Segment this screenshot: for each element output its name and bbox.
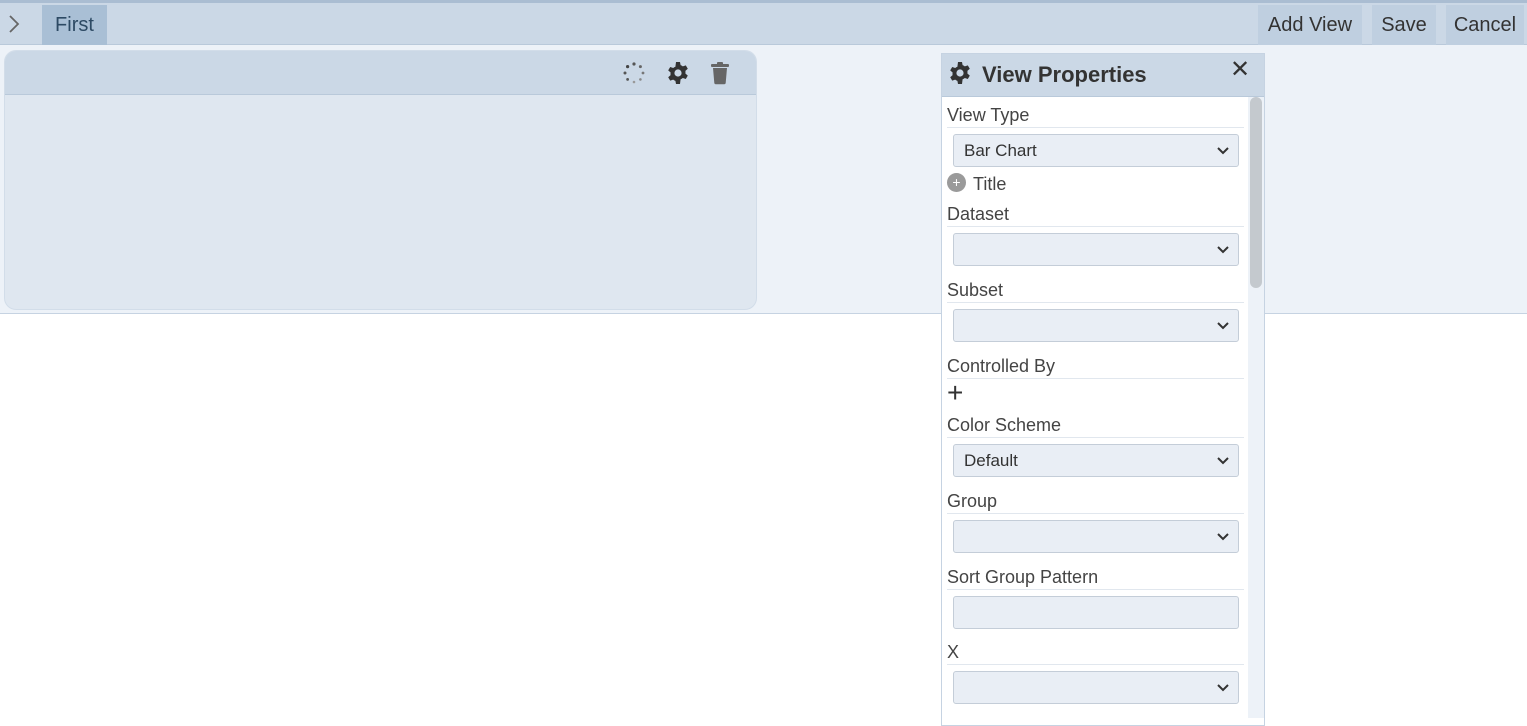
color-scheme-select[interactable]: Default [953,444,1239,477]
chevron-down-icon [1217,322,1229,330]
x-label: X [947,642,960,662]
chevron-down-icon [1217,246,1229,254]
chevron-down-icon [1217,533,1229,541]
save-button[interactable]: Save [1372,5,1436,45]
scrollbar-thumb[interactable] [1250,97,1262,288]
widget-header [5,51,756,95]
divider [947,437,1244,438]
chevron-right-icon[interactable] [4,12,24,36]
divider [947,226,1244,227]
chevron-down-icon [1217,684,1229,692]
subset-select[interactable] [953,309,1239,342]
view-properties-panel: View Properties ✕ View Type Bar Chart + … [941,53,1265,726]
group-select[interactable] [953,520,1239,553]
title-label: Title [973,174,1007,194]
add-title-icon[interactable]: + [947,173,966,192]
trash-icon[interactable] [708,61,732,85]
panel-scrollbar[interactable] [1248,97,1264,718]
divider [947,513,1244,514]
chevron-down-icon [1217,457,1229,465]
divider [947,589,1244,590]
loading-spinner-icon [622,61,646,85]
sort-group-pattern-input[interactable] [953,596,1239,629]
gear-icon [948,61,972,85]
view-widget[interactable] [4,50,757,310]
top-toolbar: First Add View Save Cancel [0,0,1527,45]
panel-header: View Properties ✕ [942,54,1264,97]
divider [947,378,1244,379]
group-label: Group [947,491,998,511]
x-select[interactable] [953,671,1239,704]
view-type-label: View Type [947,105,1030,125]
dataset-select[interactable] [953,233,1239,266]
tab-first[interactable]: First [42,5,107,45]
divider [947,127,1244,128]
view-type-value: Bar Chart [964,140,1037,160]
panel-title: View Properties [982,62,1147,87]
gear-icon[interactable] [666,61,690,85]
sort-group-pattern-label: Sort Group Pattern [947,567,1099,587]
color-scheme-label: Color Scheme [947,415,1062,435]
divider [947,302,1244,303]
panel-body: View Type Bar Chart + Title Dataset Subs… [942,97,1248,725]
close-icon[interactable]: ✕ [1230,58,1250,82]
subset-label: Subset [947,280,1004,300]
divider [947,664,1244,665]
chevron-down-icon [1217,147,1229,155]
add-controller-icon[interactable]: + [947,379,963,407]
color-scheme-value: Default [964,450,1018,470]
dataset-label: Dataset [947,204,1010,224]
add-view-button[interactable]: Add View [1258,5,1362,45]
view-type-select[interactable]: Bar Chart [953,134,1239,167]
cancel-button[interactable]: Cancel [1446,5,1524,45]
controlled-by-label: Controlled By [947,356,1056,376]
